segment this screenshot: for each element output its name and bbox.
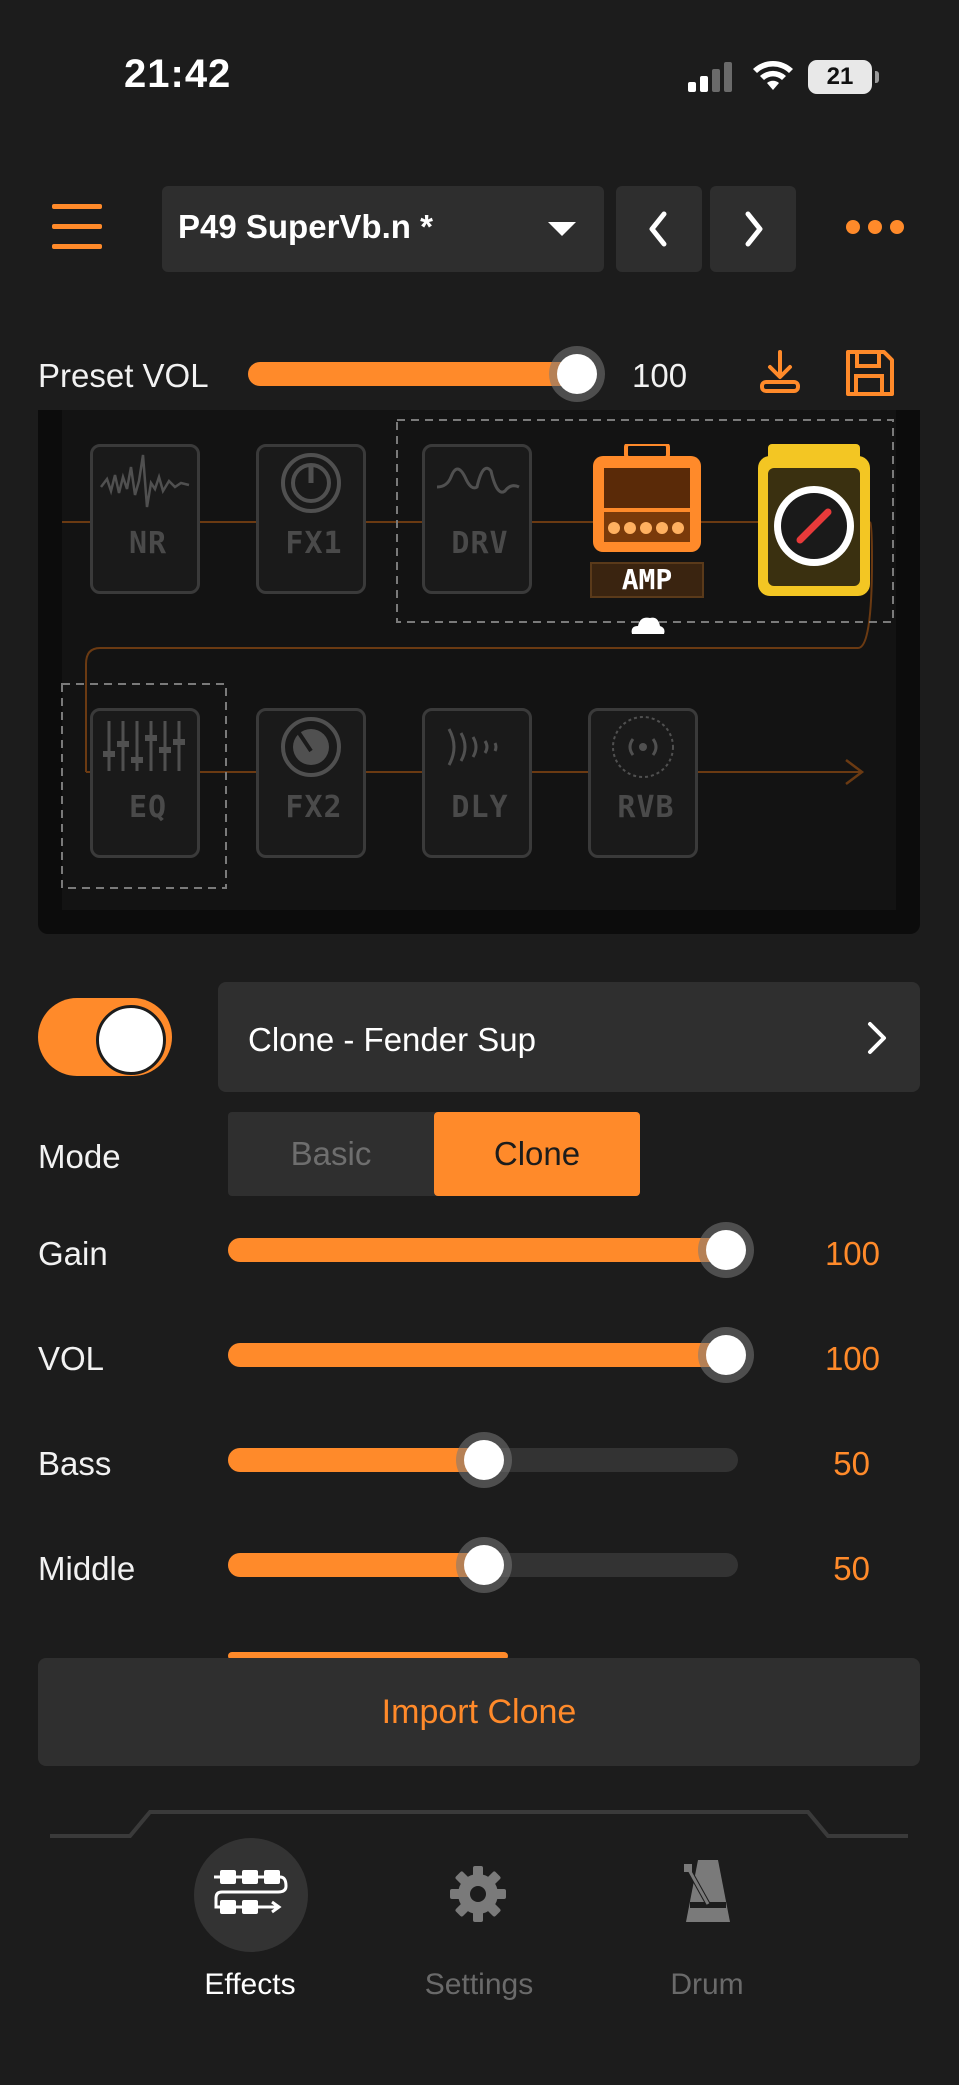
param-label: Bass xyxy=(38,1445,112,1482)
knob-icon xyxy=(281,453,341,513)
block-rvb[interactable]: RVB xyxy=(588,708,698,858)
block-amp[interactable]: AMP xyxy=(590,442,704,598)
amp-model-name: Clone - Fender Sup xyxy=(248,1021,536,1058)
middle-thumb[interactable] xyxy=(464,1545,504,1585)
gain-slider[interactable] xyxy=(228,1238,738,1262)
block-drv[interactable]: DRV xyxy=(422,444,532,594)
block-label: DLY xyxy=(451,790,509,825)
middle-fill xyxy=(228,1553,483,1577)
block-label: RVB xyxy=(617,790,675,825)
param-label: Middle xyxy=(38,1550,136,1587)
toggle-knob xyxy=(96,1005,166,1075)
equalizer-icon xyxy=(103,721,185,771)
metronome-icon[interactable] xyxy=(680,1856,736,1926)
tab-drum[interactable]: Drum xyxy=(607,1968,807,2002)
block-label: NR xyxy=(128,526,168,561)
block-label: FX2 xyxy=(285,790,343,825)
param-value: 100 xyxy=(824,1235,880,1272)
vol-slider[interactable] xyxy=(228,1343,738,1367)
block-dly[interactable]: DLY xyxy=(422,708,532,858)
bass-fill xyxy=(228,1448,483,1472)
param-label: VOL xyxy=(38,1340,105,1377)
knob-icon xyxy=(281,717,341,777)
chevron-right-icon xyxy=(868,1022,886,1054)
mode-basic-button[interactable]: Basic xyxy=(228,1112,434,1196)
cloud-icon xyxy=(631,617,665,634)
vol-fill xyxy=(228,1343,738,1367)
tab-effects[interactable]: Effects xyxy=(150,1968,350,2002)
param-value: 100 xyxy=(824,1340,880,1377)
waveform-drive-icon xyxy=(436,466,520,494)
delay-waves-icon xyxy=(447,728,498,766)
mode-clone-button[interactable]: Clone xyxy=(434,1112,640,1196)
vol-thumb[interactable] xyxy=(706,1335,746,1375)
block-fx1[interactable]: FX1 xyxy=(256,444,366,594)
block-nr[interactable]: NR xyxy=(90,444,200,594)
tab-settings[interactable]: Settings xyxy=(379,1968,579,2002)
import-clone-button[interactable]: Import Clone xyxy=(38,1658,920,1766)
tab-bar-divider xyxy=(50,1810,908,1838)
gear-icon[interactable] xyxy=(446,1862,510,1926)
amplifier-icon xyxy=(593,442,701,552)
block-label: FX1 xyxy=(285,526,343,561)
block-fx2[interactable]: FX2 xyxy=(256,708,366,858)
block-cab[interactable] xyxy=(756,440,872,602)
bass-thumb[interactable] xyxy=(464,1440,504,1480)
effects-chain-icon[interactable] xyxy=(214,1862,288,1928)
reverb-icon xyxy=(612,716,674,778)
block-label: DRV xyxy=(451,526,509,561)
block-label: EQ xyxy=(128,790,168,825)
param-value: 50 xyxy=(833,1445,870,1482)
block-eq[interactable]: EQ xyxy=(90,708,200,858)
param-label: Gain xyxy=(38,1235,108,1272)
cabinet-knob-icon xyxy=(758,444,870,596)
waveform-noise-icon xyxy=(100,454,190,508)
gain-fill xyxy=(228,1238,738,1262)
param-value: 50 xyxy=(833,1550,870,1587)
block-label: AMP xyxy=(590,562,704,598)
gain-thumb[interactable] xyxy=(706,1230,746,1270)
mode-label: Mode xyxy=(38,1138,121,1175)
